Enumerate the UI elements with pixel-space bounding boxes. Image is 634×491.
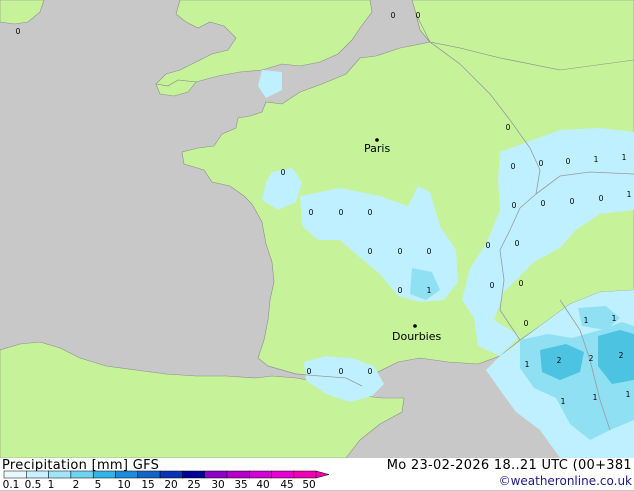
precip-value: 2 xyxy=(589,354,594,363)
precip-value: 0 xyxy=(570,197,575,206)
scale-cell xyxy=(271,470,295,479)
precip-value: 0 xyxy=(541,199,546,208)
precip-value: 1 xyxy=(622,153,627,162)
scale-cell xyxy=(204,470,228,479)
credit-link[interactable]: ©weatheronline.co.uk xyxy=(499,474,632,488)
precip-value: 0 xyxy=(398,247,403,256)
precip-value: 0 xyxy=(511,162,516,171)
precip-value: 0 xyxy=(566,157,571,166)
scale-tick-label: 45 xyxy=(280,479,294,491)
scale-cell xyxy=(137,470,161,479)
precip-value: 1 xyxy=(427,286,432,295)
precip-value: 0 xyxy=(515,239,520,248)
scale-arrow xyxy=(315,470,330,479)
scale-cell xyxy=(182,470,205,479)
scale-cell xyxy=(3,470,27,479)
precip-value: 0 xyxy=(524,319,529,328)
precip-value: 0 xyxy=(539,159,544,168)
scale-tick-label: 40 xyxy=(256,479,270,491)
scale-cell xyxy=(249,470,272,479)
precip-value: 0 xyxy=(307,367,312,376)
scale-tick-label: 30 xyxy=(211,479,225,491)
scale-tick-label: 5 xyxy=(94,479,102,491)
precip-value: 1 xyxy=(584,316,589,325)
precip-value: 0 xyxy=(309,208,314,217)
precip-value: 0 xyxy=(519,279,524,288)
scale-cell xyxy=(48,470,72,479)
precip-value: 2 xyxy=(557,356,562,365)
scale-cell xyxy=(70,470,94,479)
scale-tick-label: 1 xyxy=(47,479,55,491)
scale-cell xyxy=(92,470,116,479)
precip-value: 0 xyxy=(339,208,344,217)
precip-value: 1 xyxy=(594,155,599,164)
precip-value: 0 xyxy=(490,281,495,290)
scale-tick-label: 15 xyxy=(141,479,155,491)
scale-tick-label: 10 xyxy=(117,479,131,491)
forecast-time: Mo 23-02-2026 18..21 UTC (00+381 xyxy=(386,458,632,473)
city-label-paris: Paris xyxy=(364,142,390,155)
scale-tick-label: 0.5 xyxy=(24,479,42,491)
scale-tick-label: 25 xyxy=(187,479,201,491)
scale-cell xyxy=(115,470,139,479)
legend-bar: Precipitation [mm] GFS Mo 23-02-2026 18.… xyxy=(0,458,634,491)
precip-value: 0 xyxy=(416,11,421,20)
precip-value: 2 xyxy=(619,351,624,360)
scale-tick-label: 35 xyxy=(234,479,248,491)
scale-tick-label: 0.1 xyxy=(2,479,20,491)
precip-value: 0 xyxy=(368,367,373,376)
precip-value: 0 xyxy=(281,168,286,177)
precip-value: 0 xyxy=(339,367,344,376)
precip-value: 0 xyxy=(368,208,373,217)
precip-value: 0 xyxy=(398,286,403,295)
precip-value: 0 xyxy=(599,194,604,203)
precip-value: 0 xyxy=(512,201,517,210)
precip-value: 1 xyxy=(593,393,598,402)
scale-cell xyxy=(293,470,317,479)
scale-tick-label: 50 xyxy=(302,479,316,491)
city-marker xyxy=(413,324,417,328)
precip-value: 1 xyxy=(561,397,566,406)
city-label-dourbies: Dourbies xyxy=(392,330,442,343)
scale-cell xyxy=(26,470,49,479)
precip-value: 0 xyxy=(486,241,491,250)
scale-cell xyxy=(159,470,183,479)
precipitation-map: Paris Dourbies 0 0 0 0 0 0 0 1 0 0 0 0 0… xyxy=(0,0,634,458)
scale-tick-label: 2 xyxy=(72,479,80,491)
scale-tick-label: 20 xyxy=(164,479,178,491)
precip-value: 1 xyxy=(612,314,617,323)
precip-value: 0 xyxy=(427,247,432,256)
precip-value: 1 xyxy=(627,190,632,199)
precip-value: 1 xyxy=(626,390,631,399)
precip-value: 1 xyxy=(525,360,530,369)
precip-value: 0 xyxy=(506,123,511,132)
precip-value: 0 xyxy=(391,11,396,20)
precip-value: 0 xyxy=(368,247,373,256)
scale-cell xyxy=(226,470,250,479)
precip-value: 0 xyxy=(16,27,21,36)
